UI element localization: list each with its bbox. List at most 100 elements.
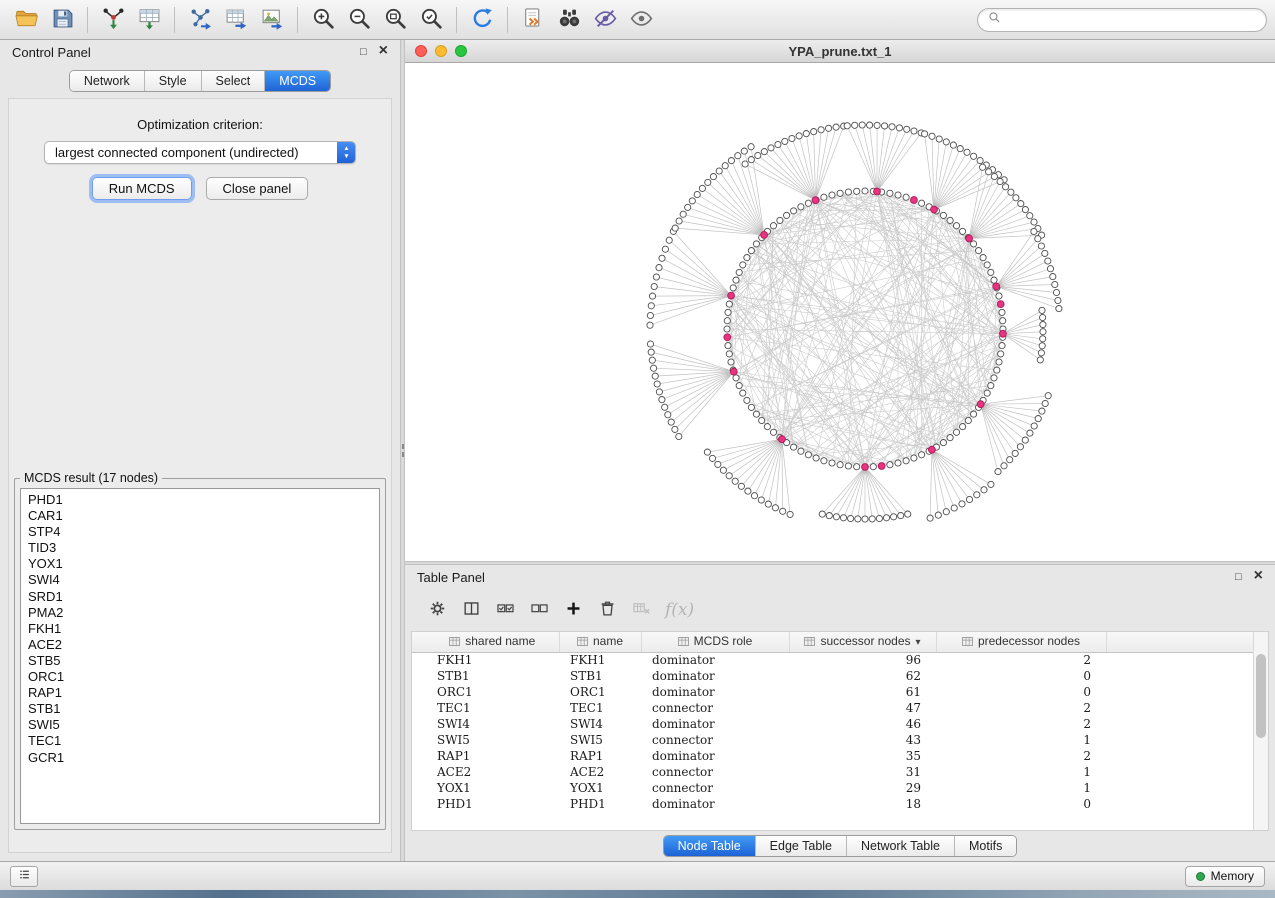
refresh-button[interactable]	[464, 4, 500, 36]
scrollbar-thumb[interactable]	[1256, 654, 1266, 738]
sort-desc-icon[interactable]: ▾	[916, 637, 921, 648]
column-header-mcds-role[interactable]: MCDS role	[641, 632, 789, 652]
table-cell: dominator	[641, 668, 789, 684]
search-input[interactable]	[1007, 11, 1256, 28]
column-header-shared-name[interactable]: shared name	[426, 632, 559, 652]
mcds-result-item: STB1	[28, 701, 372, 717]
table-row[interactable]: FKH1FKH1dominator962	[412, 652, 1253, 668]
deselect-all-button[interactable]	[523, 595, 555, 625]
run-mcds-button[interactable]: Run MCDS	[92, 177, 192, 200]
open-button[interactable]	[8, 4, 44, 36]
right-column: YPA_prune.txt_1 Table Panel □	[405, 40, 1275, 861]
unchecked-boxes-icon	[530, 599, 549, 621]
export-table-button[interactable]	[218, 4, 254, 36]
column-header-name[interactable]: name	[559, 632, 641, 652]
network-graph[interactable]	[405, 63, 1275, 561]
column-header-successor-nodes[interactable]: successor nodes▾	[789, 632, 936, 652]
export-network-button[interactable]	[182, 4, 218, 36]
search-network-button[interactable]	[551, 4, 587, 36]
tab-network[interactable]: Network	[70, 71, 145, 91]
zoom-in-button[interactable]	[305, 4, 341, 36]
refresh-icon	[470, 6, 495, 34]
tab-network-table[interactable]: Network Table	[847, 836, 955, 856]
tab-mcds[interactable]: MCDS	[265, 71, 330, 91]
memory-label: Memory	[1211, 869, 1254, 883]
mcds-result-item: STP4	[28, 524, 372, 540]
table-cell: 96	[789, 652, 936, 668]
mcds-result-item: FKH1	[28, 621, 372, 637]
fit-content-button[interactable]	[377, 4, 413, 36]
mcds-result-group: MCDS result (17 nodes) PHD1CAR1STP4TID3Y…	[14, 471, 386, 830]
zoom-out-button[interactable]	[341, 4, 377, 36]
show-columns-button[interactable]	[455, 595, 487, 625]
float-panel-icon[interactable]: □	[360, 47, 367, 58]
table-row[interactable]: TEC1TEC1connector472	[412, 700, 1253, 716]
table-cell: 46	[789, 716, 936, 732]
save-button[interactable]	[44, 4, 80, 36]
control-panel-tabs: Network Style Select MCDS	[0, 64, 400, 98]
toolbar-separator	[174, 7, 175, 33]
columns-icon	[462, 599, 481, 621]
close-panel-icon[interactable]: ×	[379, 43, 388, 59]
window-maximize-icon[interactable]	[455, 45, 467, 57]
window-minimize-icon[interactable]	[435, 45, 447, 57]
table-cell: 0	[936, 668, 1106, 684]
search-icon	[988, 11, 1007, 29]
network-canvas[interactable]	[405, 63, 1275, 561]
memory-button[interactable]: Memory	[1185, 866, 1265, 887]
zoom-fit-icon	[383, 6, 408, 34]
add-column-button[interactable]	[557, 595, 589, 625]
criterion-select[interactable]: largest connected component (undirected)…	[44, 141, 356, 164]
import-table-button[interactable]	[131, 4, 167, 36]
float-panel-icon[interactable]: □	[1235, 572, 1242, 583]
vertical-splitter[interactable]	[400, 40, 405, 861]
table-cell: ORC1	[559, 684, 641, 700]
mcds-result-item: GCR1	[28, 750, 372, 766]
table-row[interactable]: YOX1YOX1connector291	[412, 780, 1253, 796]
share-network-button[interactable]	[515, 4, 551, 36]
tab-style[interactable]: Style	[145, 71, 202, 91]
table-row[interactable]: ACE2ACE2connector311	[412, 764, 1253, 780]
table-settings-button[interactable]	[421, 595, 453, 625]
column-header-predecessor-nodes[interactable]: predecessor nodes	[936, 632, 1106, 652]
table-cell: STB1	[426, 668, 559, 684]
close-panel-icon[interactable]: ×	[1254, 568, 1263, 584]
table-scrollbar[interactable]	[1253, 632, 1268, 830]
table-cell: FKH1	[559, 652, 641, 668]
table-row[interactable]: RAP1RAP1dominator352	[412, 748, 1253, 764]
delete-table-button[interactable]	[625, 595, 657, 625]
table-cell: 29	[789, 780, 936, 796]
export-image-button[interactable]	[254, 4, 290, 36]
table-cell: STB1	[559, 668, 641, 684]
function-builder-button[interactable]: f(x)	[659, 600, 700, 620]
show-all-button[interactable]	[623, 4, 659, 36]
mcds-result-list[interactable]: PHD1CAR1STP4TID3YOX1SWI4SRD1PMA2FKH1ACE2…	[20, 488, 380, 824]
checked-boxes-icon	[496, 599, 515, 621]
main-area: Control Panel □ × Network Style Select M…	[0, 40, 1275, 861]
import-network-button[interactable]	[95, 4, 131, 36]
criterion-select-value: largest connected component (undirected)	[55, 145, 333, 160]
task-history-button[interactable]	[10, 866, 38, 887]
tab-select[interactable]: Select	[202, 71, 266, 91]
tab-motifs[interactable]: Motifs	[955, 836, 1016, 856]
table-cell: connector	[641, 780, 789, 796]
delete-table-icon	[632, 599, 651, 621]
delete-column-button[interactable]	[591, 595, 623, 625]
tab-edge-table[interactable]: Edge Table	[756, 836, 847, 856]
toolbar-separator	[87, 7, 88, 33]
select-all-button[interactable]	[489, 595, 521, 625]
window-close-icon[interactable]	[415, 45, 427, 57]
table-cell: 61	[789, 684, 936, 700]
hide-selected-button[interactable]	[587, 4, 623, 36]
table-row[interactable]: SWI5SWI5connector431	[412, 732, 1253, 748]
table-cell: 43	[789, 732, 936, 748]
zoom-selected-button[interactable]	[413, 4, 449, 36]
export-image-icon	[260, 6, 285, 34]
table-row[interactable]: SWI4SWI4dominator462	[412, 716, 1253, 732]
tab-node-table[interactable]: Node Table	[664, 836, 756, 856]
network-window-title: YPA_prune.txt_1	[405, 44, 1275, 59]
table-row[interactable]: PHD1PHD1dominator180	[412, 796, 1253, 812]
table-row[interactable]: ORC1ORC1dominator610	[412, 684, 1253, 700]
table-row[interactable]: STB1STB1dominator620	[412, 668, 1253, 684]
close-panel-button[interactable]: Close panel	[206, 177, 309, 200]
